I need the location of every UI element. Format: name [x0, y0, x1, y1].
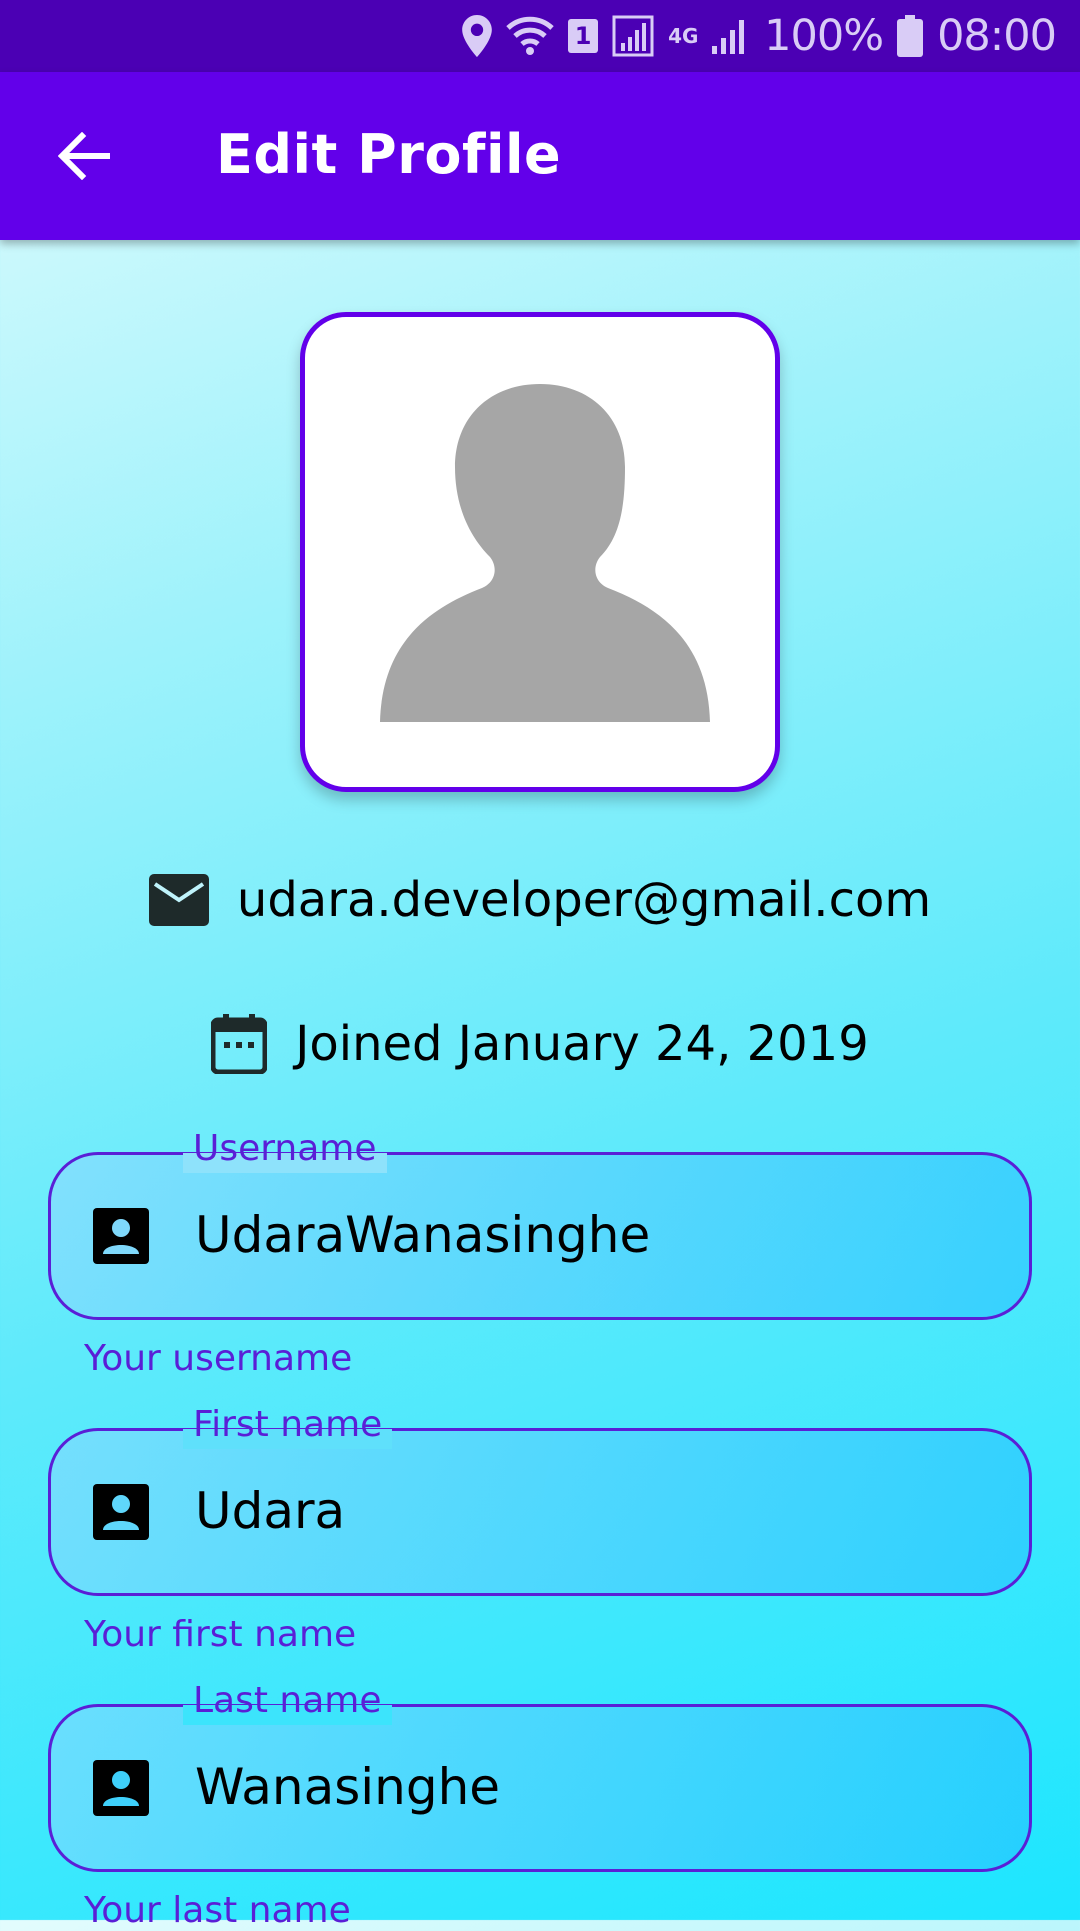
status-bar: 1 4G 100% 08:00	[0, 0, 1080, 72]
last-name-helper-text: Your last name	[84, 1890, 351, 1931]
username-helper-text: Your username	[84, 1338, 353, 1379]
page-title: Edit Profile	[216, 123, 562, 187]
profile-picture[interactable]	[300, 312, 780, 792]
first-name-label: First name	[183, 1401, 393, 1449]
account-box-icon	[93, 1208, 149, 1264]
location-icon	[462, 15, 492, 57]
signal-strength-icon	[712, 20, 745, 54]
joined-date-text: Joined January 24, 2019	[295, 1016, 869, 1072]
signal-outline-icon	[612, 15, 654, 57]
wifi-icon	[506, 16, 554, 55]
person-placeholder-icon	[380, 384, 710, 722]
email-icon	[148, 874, 209, 926]
battery-percent: 100%	[764, 11, 884, 61]
email-text: udara.developer@gmail.com	[236, 872, 932, 928]
app-bar: Edit Profile	[0, 72, 1080, 240]
joined-row: Joined January 24, 2019	[0, 1012, 1080, 1076]
first-name-helper-text: Your first name	[84, 1614, 357, 1655]
username-label: Username	[183, 1125, 387, 1173]
email-row: udara.developer@gmail.com	[0, 868, 1080, 932]
last-name-field[interactable]: Last name Wanasinghe	[48, 1677, 1032, 1872]
clock: 08:00	[937, 11, 1057, 61]
first-name-field[interactable]: First name Udara	[48, 1401, 1032, 1596]
account-box-icon	[93, 1484, 149, 1540]
arrow-back-icon	[58, 132, 110, 180]
username-input[interactable]: UdaraWanasinghe	[195, 1206, 650, 1264]
battery-icon	[897, 15, 924, 57]
last-name-label: Last name	[183, 1677, 392, 1725]
last-name-input[interactable]: Wanasinghe	[195, 1758, 500, 1816]
username-field[interactable]: Username UdaraWanasinghe	[48, 1125, 1032, 1320]
account-box-icon	[93, 1760, 149, 1816]
network-type: 4G	[668, 24, 699, 48]
sim-slot-badge: 1	[568, 19, 599, 53]
back-button[interactable]	[52, 124, 116, 188]
calendar-icon	[211, 1014, 268, 1074]
first-name-input[interactable]: Udara	[195, 1482, 345, 1540]
